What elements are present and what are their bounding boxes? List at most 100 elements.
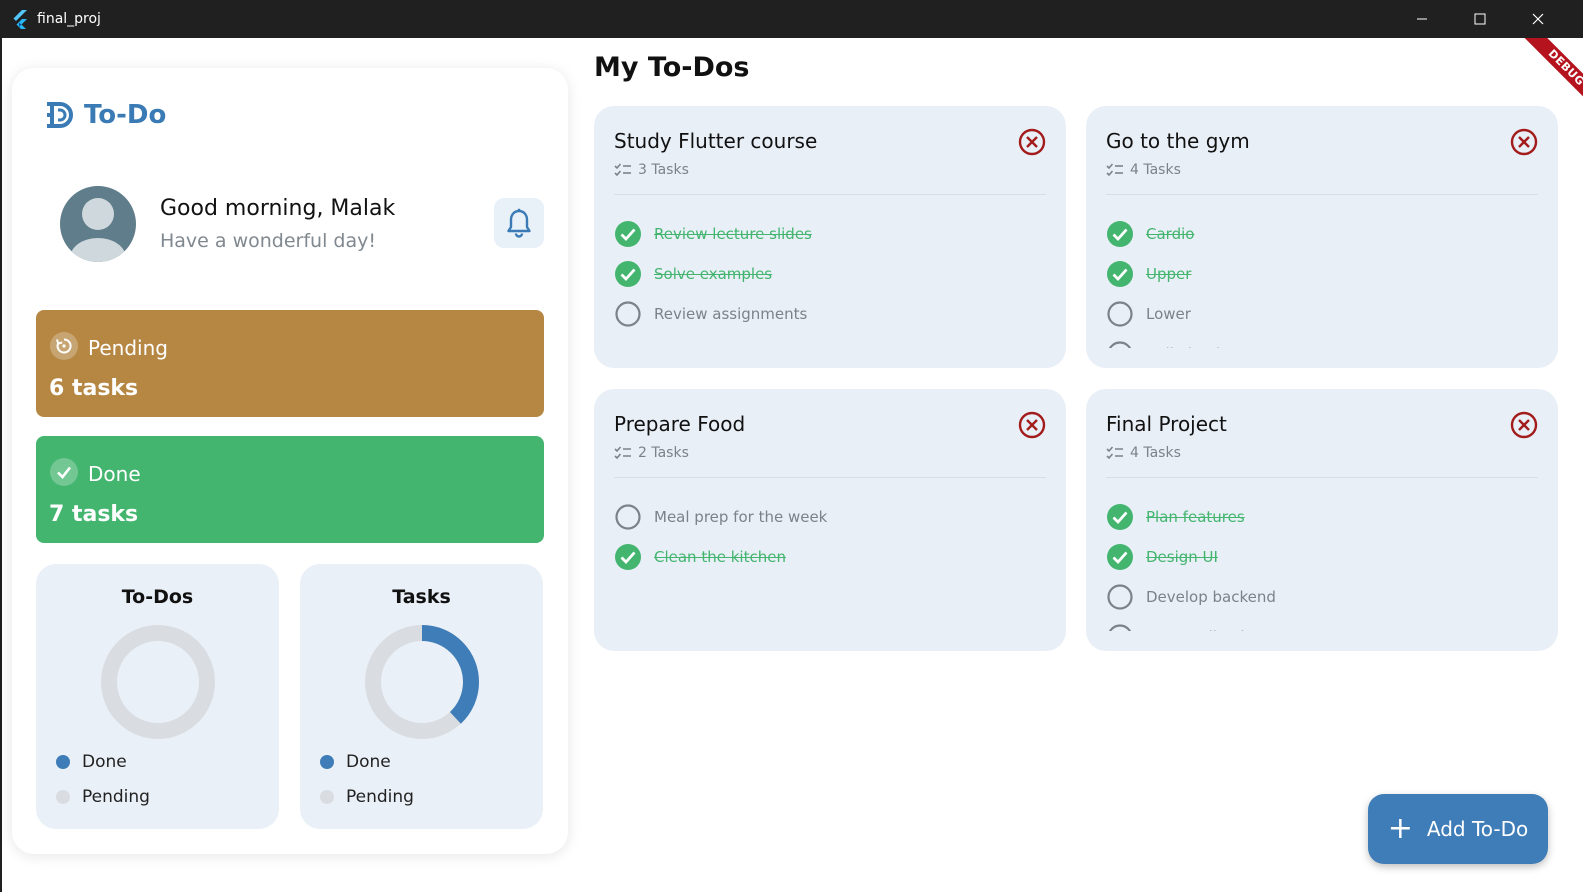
minimize-button[interactable]	[1393, 0, 1451, 38]
circle-x-icon	[1018, 128, 1046, 156]
page-title: My To-Dos	[594, 52, 750, 83]
delete-todo-button[interactable]	[1018, 411, 1046, 439]
window-title: final_proj	[37, 11, 101, 27]
task-list: Plan features Design UI Develop backend Tes…	[1106, 497, 1538, 631]
task-item[interactable]: Upper	[1106, 254, 1538, 294]
notifications-button[interactable]	[494, 198, 544, 248]
unchecked-circle-icon[interactable]	[614, 503, 642, 531]
check-icon	[50, 458, 78, 486]
task-item[interactable]: Clean the kitchen	[614, 537, 1046, 577]
task-list: Review lecture slides Solve examples Revie…	[614, 214, 1046, 348]
task-item[interactable]: Calisthenics	[1106, 334, 1538, 348]
legend-label: Done	[82, 752, 127, 772]
pending-dot-icon	[56, 790, 70, 804]
delete-todo-button[interactable]	[1510, 411, 1538, 439]
task-item[interactable]: Review lecture slides	[614, 214, 1046, 254]
unchecked-circle-icon[interactable]	[1106, 583, 1134, 611]
pending-count: 6 tasks	[49, 376, 139, 401]
window-titlebar: final_proj	[0, 0, 1583, 38]
done-summary-card[interactable]: Done 7 tasks	[36, 436, 544, 543]
window-frame-edge	[0, 38, 2, 892]
maximize-button[interactable]	[1451, 0, 1509, 38]
pending-label: Pending	[88, 336, 168, 360]
checked-circle-icon[interactable]	[614, 260, 642, 288]
legend-label: Pending	[346, 787, 414, 807]
task-item[interactable]: Review assignments	[614, 294, 1046, 334]
tasks-legend-done: Done	[320, 752, 391, 772]
task-item[interactable]: Lower	[1106, 294, 1538, 334]
pending-summary-card[interactable]: Pending 6 tasks	[36, 310, 544, 417]
checked-circle-icon[interactable]	[614, 220, 642, 248]
flutter-app-icon	[13, 10, 27, 29]
checked-circle-icon[interactable]	[1106, 503, 1134, 531]
tasks-progress-card: Tasks Done Pending	[300, 564, 543, 829]
delete-todo-button[interactable]	[1018, 128, 1046, 156]
task-text: Calisthenics	[1146, 345, 1236, 348]
circle-x-icon	[1018, 411, 1046, 439]
task-text: Develop backend	[1146, 588, 1276, 606]
close-button[interactable]	[1509, 0, 1567, 38]
checked-circle-icon[interactable]	[614, 543, 642, 571]
legend-label: Pending	[82, 787, 150, 807]
task-count-text: 4 Tasks	[1130, 445, 1181, 461]
minimize-icon	[1417, 18, 1427, 20]
circle-x-icon	[1510, 411, 1538, 439]
card-task-count: 4 Tasks	[1106, 162, 1181, 178]
tasks-chart-title: Tasks	[392, 586, 451, 608]
add-todo-button[interactable]: + Add To-Do	[1368, 794, 1548, 864]
checked-circle-icon[interactable]	[1106, 260, 1134, 288]
task-item[interactable]: Meal prep for the week	[614, 497, 1046, 537]
task-text: Meal prep for the week	[654, 508, 828, 526]
card-title: Final Project	[1106, 412, 1227, 436]
task-count-text: 4 Tasks	[1130, 162, 1181, 178]
plus-icon: +	[1387, 811, 1413, 846]
task-text: Review assignments	[654, 305, 808, 323]
card-divider	[1106, 477, 1538, 478]
task-item[interactable]: Cardio	[1106, 214, 1538, 254]
task-text: Plan features	[1146, 508, 1245, 526]
card-task-count: 3 Tasks	[614, 162, 689, 178]
card-title: Study Flutter course	[614, 129, 818, 153]
greeting-text: Good morning, Malak	[160, 196, 396, 221]
task-item[interactable]: Develop backend	[1106, 577, 1538, 617]
task-item[interactable]: Solve examples	[614, 254, 1046, 294]
card-title: Go to the gym	[1106, 129, 1250, 153]
double-d-logo-icon	[47, 102, 73, 128]
task-item[interactable]: Design UI	[1106, 537, 1538, 577]
maximize-icon	[1474, 13, 1486, 25]
card-task-count: 4 Tasks	[1106, 445, 1181, 461]
task-list: Cardio Upper Lower Calisthenics	[1106, 214, 1538, 348]
todo-card[interactable]: Prepare Food 2 Tasks Meal prep for the wee…	[594, 389, 1066, 651]
pending-dot-icon	[320, 790, 334, 804]
task-item[interactable]: Plan features	[1106, 497, 1538, 537]
task-item[interactable]: Test application	[1106, 617, 1538, 631]
delete-todo-button[interactable]	[1510, 128, 1538, 156]
todo-card[interactable]: Go to the gym 4 Tasks Cardio Upper Lower Cali…	[1086, 106, 1558, 368]
checked-circle-icon[interactable]	[1106, 543, 1134, 571]
task-text: Clean the kitchen	[654, 548, 786, 566]
todo-card[interactable]: Final Project 4 Tasks Plan features Design …	[1086, 389, 1558, 651]
task-count-text: 2 Tasks	[638, 445, 689, 461]
unchecked-circle-icon[interactable]	[1106, 300, 1134, 328]
card-task-count: 2 Tasks	[614, 445, 689, 461]
debug-label: DEBUG	[1517, 38, 1583, 117]
done-dot-icon	[56, 755, 70, 769]
bell-icon	[507, 208, 531, 238]
checked-circle-icon[interactable]	[1106, 220, 1134, 248]
circle-x-icon	[1510, 128, 1538, 156]
task-text: Upper	[1146, 265, 1192, 283]
checklist-icon	[1106, 163, 1123, 177]
unchecked-circle-icon[interactable]	[1106, 623, 1134, 631]
subgreeting-text: Have a wonderful day!	[160, 230, 376, 252]
legend-label: Done	[346, 752, 391, 772]
card-title: Prepare Food	[614, 412, 746, 436]
todo-card[interactable]: Study Flutter course 3 Tasks Review lectur…	[594, 106, 1066, 368]
unchecked-circle-icon[interactable]	[1106, 340, 1134, 348]
task-text: Cardio	[1146, 225, 1195, 243]
todos-legend-pending: Pending	[56, 787, 150, 807]
avatar[interactable]	[60, 186, 136, 262]
task-text: Solve examples	[654, 265, 773, 283]
task-text: Lower	[1146, 305, 1191, 323]
unchecked-circle-icon[interactable]	[614, 300, 642, 328]
tasks-legend-pending: Pending	[320, 787, 414, 807]
